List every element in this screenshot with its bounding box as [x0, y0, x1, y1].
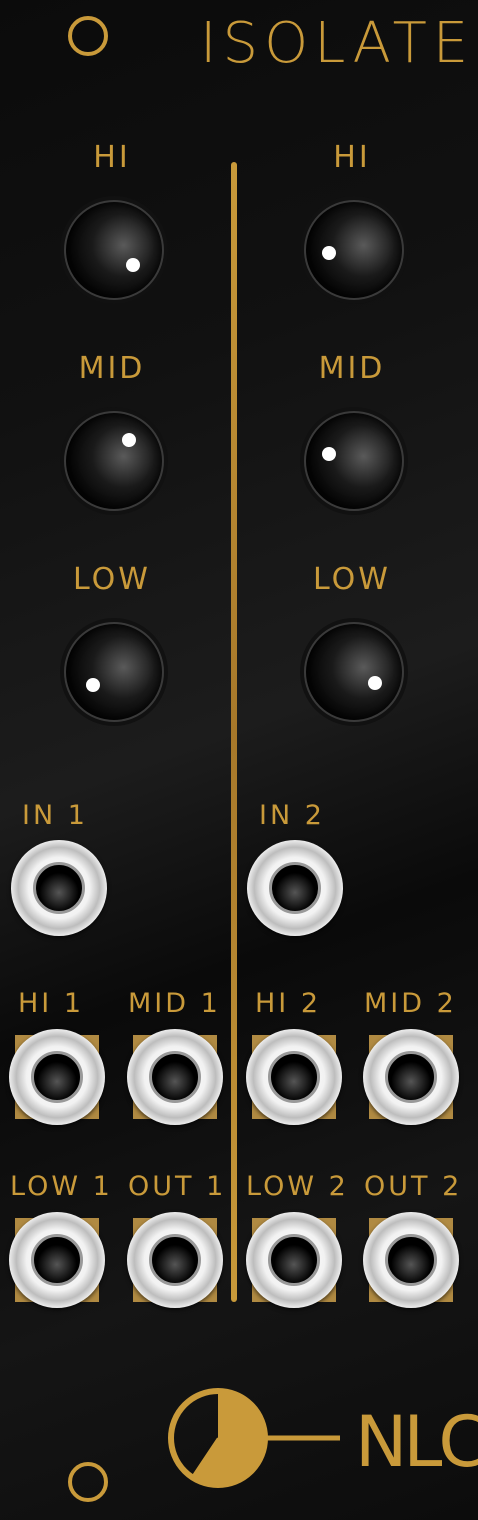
- mount-hole-top: [68, 16, 108, 56]
- jack-socket: [31, 1051, 83, 1103]
- nlc-logo-icon: [168, 1388, 340, 1488]
- knob-low-2[interactable]: [304, 622, 404, 722]
- knob-label-mid-2: MID: [318, 351, 386, 386]
- input-jack-2[interactable]: [247, 840, 343, 936]
- input-label-1: IN 1: [22, 800, 88, 831]
- knob-label-mid-1: MID: [78, 351, 146, 386]
- knob-indicator: [368, 676, 382, 690]
- jack-socket: [149, 1051, 201, 1103]
- output-label-out-2: OUT 2: [364, 1171, 463, 1202]
- output-label-out-1: OUT 1: [128, 1171, 227, 1202]
- knob-indicator: [322, 246, 336, 260]
- knob-mid-2[interactable]: [304, 411, 404, 511]
- output-jack-mid-2[interactable]: [363, 1029, 459, 1125]
- brand-logo-text: NLC: [355, 1401, 478, 1483]
- jack-socket: [268, 1234, 320, 1286]
- knob-low-1[interactable]: [64, 622, 164, 722]
- knob-label-hi-2: HI: [333, 140, 371, 175]
- knob-indicator: [322, 447, 336, 461]
- output-label-mid-1: MID 1: [128, 988, 221, 1019]
- knob-hi-2[interactable]: [304, 200, 404, 300]
- output-jack-hi-2[interactable]: [246, 1029, 342, 1125]
- knob-hi-1[interactable]: [64, 200, 164, 300]
- knob-mid-1[interactable]: [64, 411, 164, 511]
- module-panel: ISOLATE HI MID LOW HI MID LOW IN 1 IN 2 …: [0, 0, 478, 1520]
- input-label-2: IN 2: [259, 800, 325, 831]
- output-label-low-1: LOW 1: [10, 1171, 113, 1202]
- jack-socket: [149, 1234, 201, 1286]
- jack-socket: [268, 1051, 320, 1103]
- knob-indicator: [122, 433, 136, 447]
- mount-hole-bottom: [68, 1462, 108, 1502]
- knob-indicator: [86, 678, 100, 692]
- output-label-mid-2: MID 2: [364, 988, 457, 1019]
- output-label-low-2: LOW 2: [246, 1171, 349, 1202]
- output-jack-low-2[interactable]: [246, 1212, 342, 1308]
- knob-label-low-1: LOW: [73, 562, 151, 597]
- output-jack-hi-1[interactable]: [9, 1029, 105, 1125]
- output-jack-out-1[interactable]: [127, 1212, 223, 1308]
- output-jack-out-2[interactable]: [363, 1212, 459, 1308]
- output-label-hi-2: HI 2: [255, 988, 322, 1019]
- jack-socket: [385, 1234, 437, 1286]
- module-title: ISOLATE: [200, 11, 475, 76]
- jack-socket: [385, 1051, 437, 1103]
- jack-socket: [269, 862, 321, 914]
- jack-socket: [31, 1234, 83, 1286]
- jack-socket: [33, 862, 85, 914]
- knob-label-low-2: LOW: [313, 562, 391, 597]
- knob-indicator: [126, 258, 140, 272]
- knob-label-hi-1: HI: [93, 140, 131, 175]
- output-label-hi-1: HI 1: [18, 988, 85, 1019]
- output-jack-mid-1[interactable]: [127, 1029, 223, 1125]
- channel-divider: [231, 162, 237, 1302]
- output-jack-low-1[interactable]: [9, 1212, 105, 1308]
- input-jack-1[interactable]: [11, 840, 107, 936]
